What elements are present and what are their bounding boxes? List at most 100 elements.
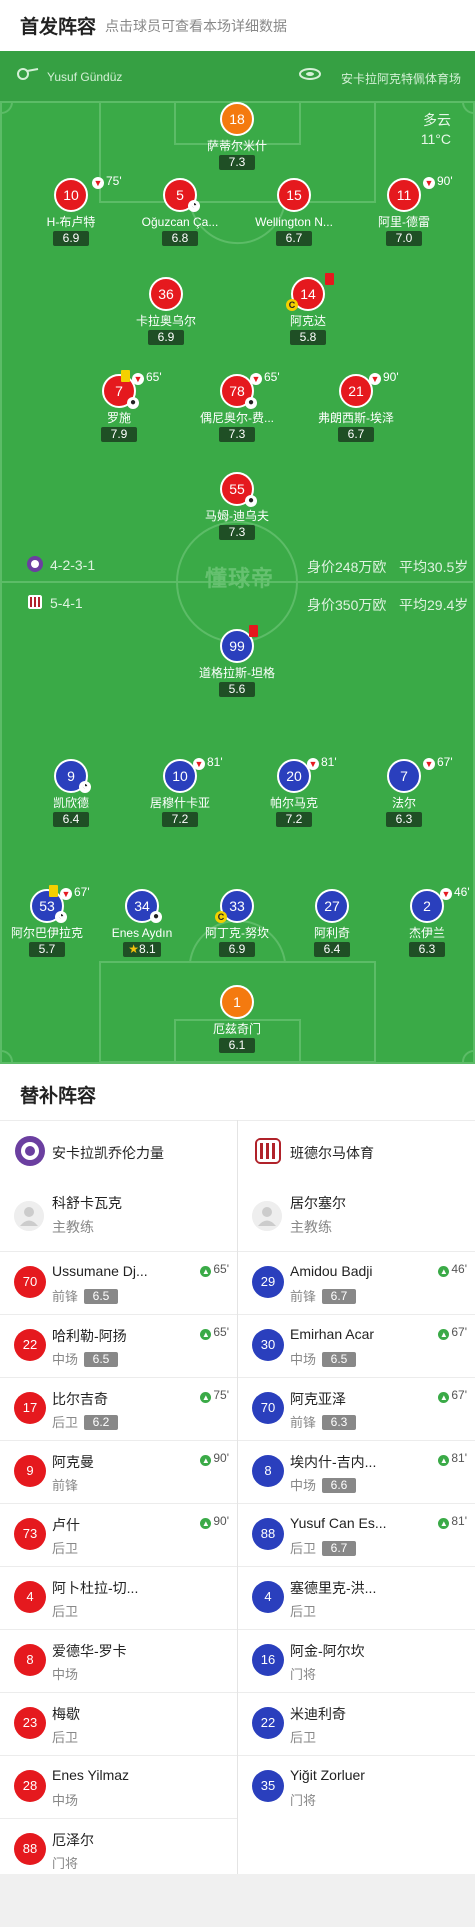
sub-player-row[interactable]: 22 米迪利奇 后卫 [238, 1692, 475, 1755]
home-player[interactable]: 5 Oğuzcan Ça... 6.8 ◔ [125, 178, 235, 247]
sub-out-icon: ▼ [92, 177, 104, 189]
away-formation: 5-4-1 [50, 595, 83, 611]
sub-out-marker: ▼ 65' [250, 370, 280, 385]
home-player[interactable]: 11 阿里-德雷 7.0 ▼ 90' [349, 174, 459, 247]
player-name: Oğuzcan Ça... [141, 215, 219, 229]
venue-name: 安卡拉阿克特佩体育场 [340, 72, 461, 86]
sub-in-icon: ▲ [200, 1392, 212, 1403]
player-rating: 6.2 [84, 1415, 119, 1430]
team-header[interactable]: 安卡拉凯乔伦力量 [0, 1121, 237, 1181]
home-player[interactable]: 36 卡拉奥乌尔 6.9 [111, 277, 221, 346]
home-player[interactable]: 15 Wellington N... 6.7 [239, 178, 349, 247]
player-name: 阿金-阿尔坎 [290, 1643, 365, 1659]
sub-player-row[interactable]: 88 厄泽尔 门将 [0, 1818, 237, 1881]
home-player[interactable]: 78 偶尼奥尔-费... 7.3 ▼ 65' ● [182, 370, 292, 443]
sub-in-minute: 81' [451, 1514, 467, 1528]
team-header[interactable]: 班德尔马体育 [238, 1121, 475, 1181]
away-player[interactable]: 10 居穆什卡亚 7.2 ▼ 81' [125, 755, 235, 828]
sub-player-row[interactable]: 30 Emirhan Acar 中场 6.5 ▲ 67' [238, 1314, 475, 1377]
home-player[interactable]: 7 罗施 7.9 ▼ 65' ● [64, 370, 174, 443]
sub-player-row[interactable]: 73 卢什 后卫 ▲ 90' [0, 1503, 237, 1566]
player-position-line: 前锋 6.7 [290, 1286, 357, 1305]
player-name: 居穆什卡亚 [149, 796, 210, 810]
sub-minute: 81' [207, 755, 223, 769]
home-player[interactable]: 14 阿克达 5.8 C [253, 273, 363, 346]
captain-icon: C [215, 911, 227, 923]
away-team-crest-icon [28, 595, 42, 609]
sub-player-row[interactable]: 16 阿金-阿尔坎 门将 [238, 1629, 475, 1692]
player-number: 1 [220, 985, 254, 1019]
player-name: 阿克亚泽 [290, 1391, 346, 1407]
sub-in-minute: 90' [213, 1514, 229, 1528]
coach-name: 科舒卡瓦克 [52, 1195, 122, 1211]
sub-player-row[interactable]: 28 Enes Yilmaz 中场 [0, 1755, 237, 1818]
away-player[interactable]: 27 阿利奇 6.4 [277, 889, 387, 958]
home-player[interactable]: 18 萨蒂尔米什 7.3 [182, 102, 292, 171]
away-player[interactable]: 9 凯欣德 6.4 ◔ [16, 759, 126, 828]
player-rating: 6.8 [162, 231, 198, 246]
sub-in-marker: ▲ 81' [438, 1451, 467, 1466]
home-player[interactable]: 21 弗朗西斯-埃泽 6.7 ▼ 90' [301, 370, 411, 443]
player-name: 梅歇 [52, 1706, 80, 1722]
player-number: 10 [54, 178, 88, 212]
player-number: 36 [149, 277, 183, 311]
player-rating: 6.5 [84, 1352, 119, 1367]
sub-out-marker: ▼ 75' [92, 174, 122, 189]
sub-player-row[interactable]: 17 比尔吉奇 后卫 6.2 ▲ 75' [0, 1377, 237, 1440]
player-position: 门将 [290, 1667, 317, 1682]
sub-player-row[interactable]: 22 哈利勒-阿扬 中场 6.5 ▲ 65' [0, 1314, 237, 1377]
ball-icon: ● [150, 911, 162, 923]
captain-icon: C [286, 299, 298, 311]
away-player[interactable]: 99 道格拉斯-坦格 5.6 [182, 625, 292, 698]
sub-player-row[interactable]: 4 阿卜杜拉-切... 后卫 [0, 1566, 237, 1629]
player-number: 8 [14, 1644, 46, 1676]
player-name: 厄兹奇门 [212, 1022, 261, 1036]
away-player[interactable]: 7 法尔 6.3 ▼ 67' [349, 755, 459, 828]
player-rating: 6.7 [338, 427, 374, 442]
sub-in-marker: ▲ 67' [438, 1325, 467, 1340]
away-player[interactable]: 20 帕尔马克 7.2 ▼ 81' [239, 755, 349, 828]
player-rating: 5.8 [290, 330, 326, 345]
coach-row[interactable]: 科舒卡瓦克 主教练 [0, 1181, 237, 1251]
sub-player-row[interactable]: 8 爱德华-罗卡 中场 [0, 1629, 237, 1692]
away-player[interactable]: 1 厄兹奇门 6.1 [182, 985, 292, 1054]
home-player[interactable]: 55 马姆-迪乌夫 7.3 ● [182, 472, 292, 541]
sub-player-row[interactable]: 4 塞德里克-洪... 后卫 [238, 1566, 475, 1629]
player-name: 阿克曼 [52, 1454, 94, 1470]
sub-in-icon: ▲ [200, 1266, 212, 1277]
away-player[interactable]: 2 杰伊兰 6.3 ▼ 46' [372, 885, 475, 958]
coach-name: 居尔塞尔 [290, 1195, 346, 1211]
sub-player-row[interactable]: 8 埃内什-吉内... 中场 6.6 ▲ 81' [238, 1440, 475, 1503]
sub-in-minute: 81' [451, 1451, 467, 1465]
sub-out-marker: ▼ 81' [307, 755, 337, 770]
avatar-icon [14, 1201, 44, 1231]
sub-out-marker: ▼ 90' [423, 174, 453, 189]
away-player[interactable]: 34 Enes Aydın ★8.1 ● [87, 889, 197, 958]
player-name: 卡拉奥乌尔 [135, 314, 196, 328]
player-rating: 6.4 [53, 812, 89, 827]
sub-player-row[interactable]: 9 阿克曼 前锋 ▲ 90' [0, 1440, 237, 1503]
home-player[interactable]: 10 H-布卢特 6.9 ▼ 75' [16, 174, 126, 247]
away-player[interactable]: 33 阿丁克-努坎 6.9 C [182, 889, 292, 958]
player-number: 10 [163, 759, 197, 793]
player-position-line: 门将 [52, 1853, 78, 1872]
player-position: 后卫 [52, 1541, 79, 1556]
pitch: Yusuf Gündüz 安卡拉阿克特佩体育场 多云 11°C 懂球帝 18 萨… [0, 51, 475, 1064]
player-position-line: 中场 [52, 1664, 78, 1683]
sub-player-row[interactable]: 70 阿克亚泽 前锋 6.3 ▲ 67' [238, 1377, 475, 1440]
player-number: 20 [277, 759, 311, 793]
player-position-line: 后卫 [290, 1727, 316, 1746]
sub-player-row[interactable]: 35 Yiğit Zorluer 门将 [238, 1755, 475, 1818]
sub-player-row[interactable]: 70 Ussumane Dj... 前锋 6.5 ▲ 65' [0, 1251, 237, 1314]
sub-player-row[interactable]: 23 梅歇 后卫 [0, 1692, 237, 1755]
sub-player-row[interactable]: 88 Yusuf Can Es... 后卫 6.7 ▲ 81' [238, 1503, 475, 1566]
coach-row[interactable]: 居尔塞尔 主教练 [238, 1181, 475, 1251]
sub-in-marker: ▲ 90' [200, 1451, 229, 1466]
player-position: 后卫 [52, 1415, 79, 1430]
player-position: 前锋 [52, 1478, 79, 1493]
player-name: Amidou Badji [290, 1263, 373, 1279]
home-coach-name: Yusuf Gündüz [47, 70, 123, 84]
player-number: 22 [252, 1707, 284, 1739]
player-name: Yusuf Can Es... [290, 1515, 387, 1531]
sub-player-row[interactable]: 29 Amidou Badji 前锋 6.7 ▲ 46' [238, 1251, 475, 1314]
